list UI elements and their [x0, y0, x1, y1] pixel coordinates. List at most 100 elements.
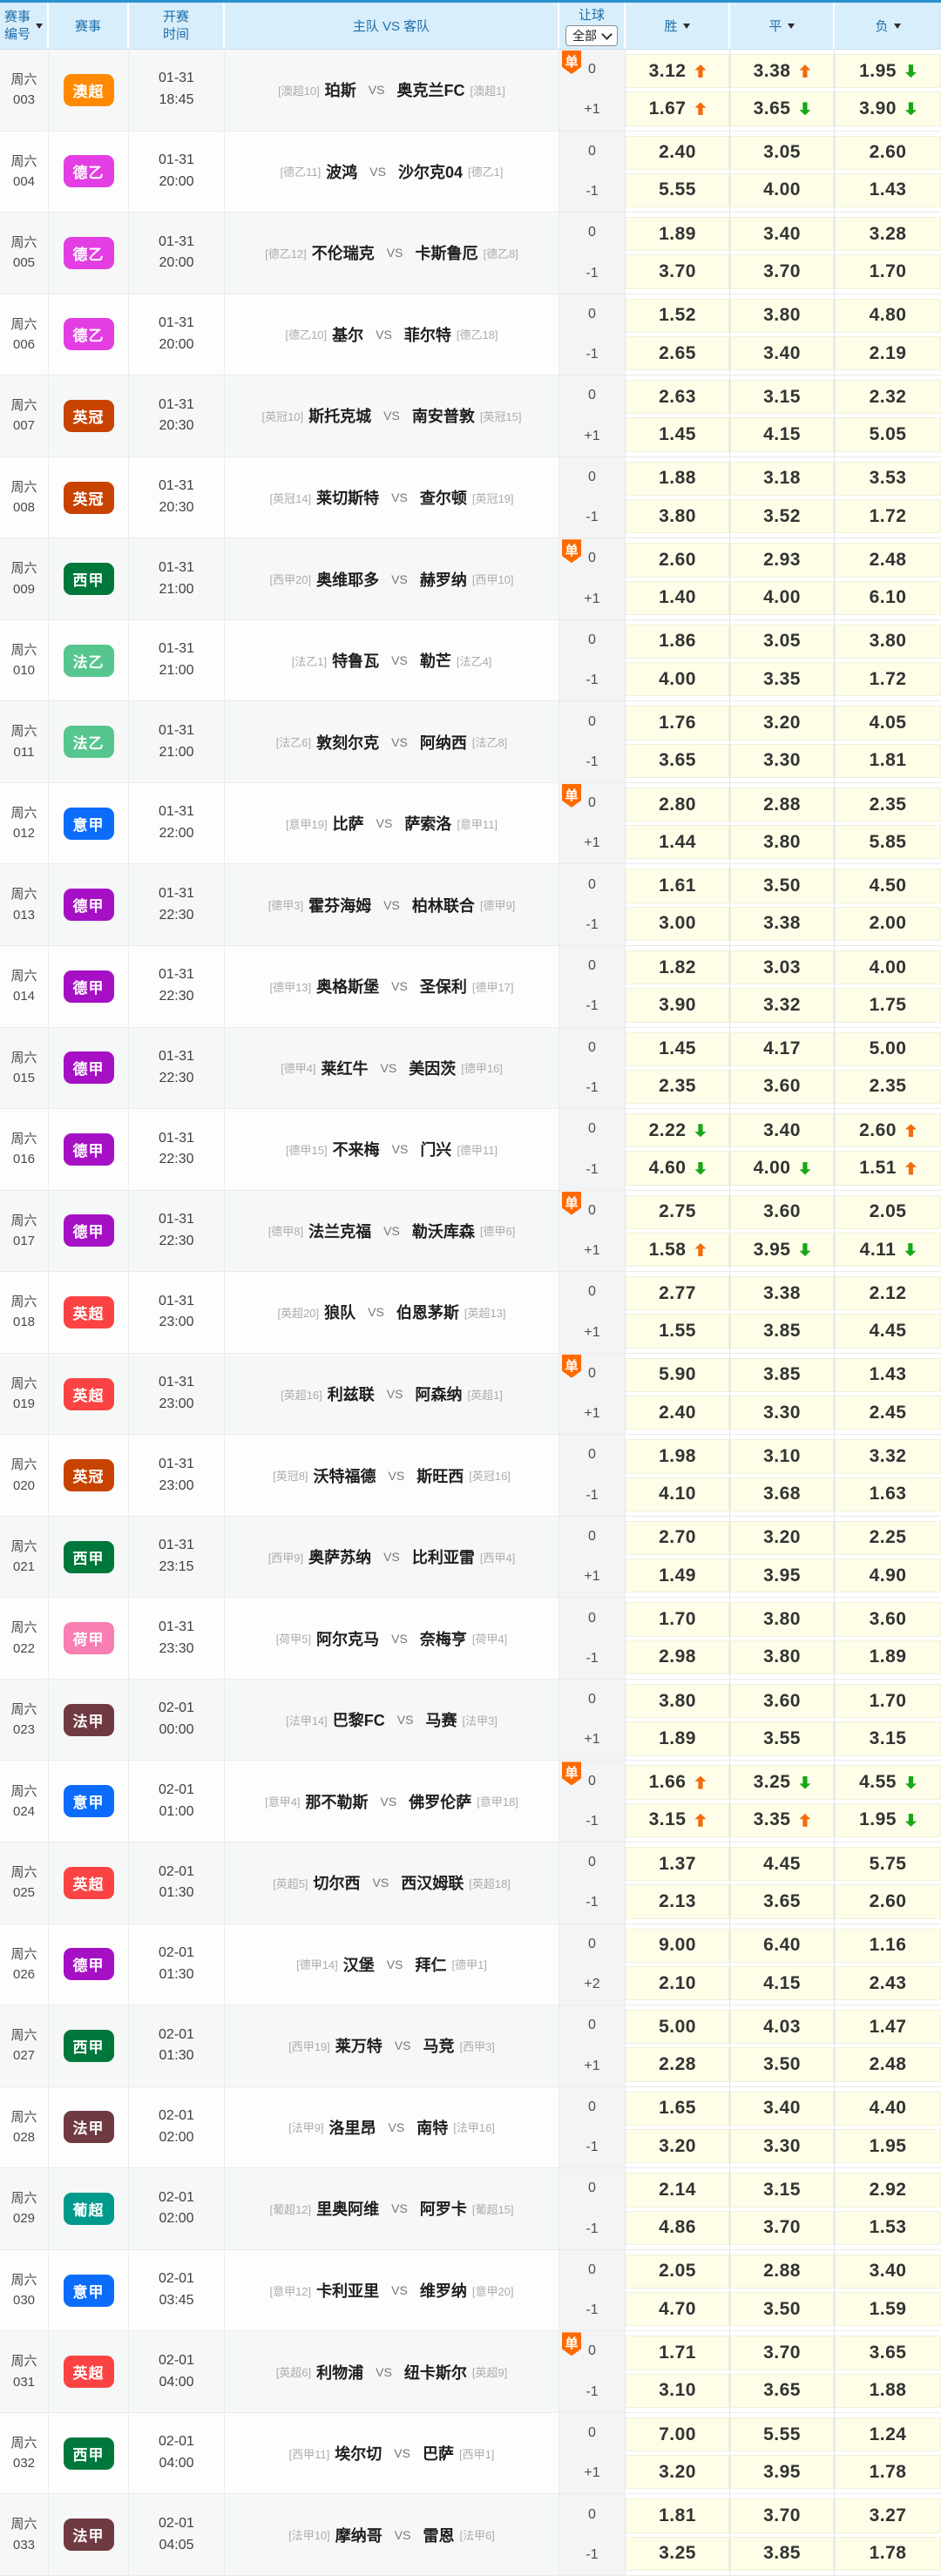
odds-cell-lose-line1[interactable]: 2.48	[835, 543, 941, 578]
odds-cell-draw-line2[interactable]: 3.52	[730, 499, 834, 534]
odds-cell-win-line2[interactable]: 1.40	[626, 580, 729, 615]
odds-cell-draw-line2[interactable]: 3.50	[730, 2292, 834, 2327]
odds-cell-win-line1[interactable]: 2.70	[626, 1520, 729, 1556]
odds-cell-lose-line2[interactable]: 1.95	[835, 2128, 941, 2164]
match-teams-link[interactable]: [葡超12] 里奥阿维 VS 阿罗卡 [葡超15]	[225, 2168, 559, 2249]
odds-cell-lose-line1[interactable]: 1.47	[835, 2010, 941, 2045]
odds-cell-win-line2[interactable]: 3.10	[626, 2373, 729, 2408]
odds-cell-win-line2[interactable]: 3.00	[626, 906, 729, 942]
odds-cell-lose-line2[interactable]: 1.72	[835, 662, 941, 697]
odds-cell-draw-line1[interactable]: 6.40	[730, 1928, 834, 1963]
odds-cell-draw-line1[interactable]: 3.03	[730, 950, 834, 985]
odds-cell-lose-line2[interactable]: 1.63	[835, 1477, 941, 1511]
odds-cell-lose-line2[interactable]: 4.11	[835, 1232, 941, 1268]
odds-cell-win-line2[interactable]: 4.70	[626, 2292, 729, 2327]
odds-cell-draw-line1[interactable]: 4.45	[730, 1847, 834, 1882]
odds-cell-win-line1[interactable]: 1.52	[626, 298, 729, 333]
odds-cell-draw-line1[interactable]: 3.80	[730, 298, 834, 333]
odds-cell-lose-line1[interactable]: 3.60	[835, 1602, 941, 1637]
odds-cell-draw-line2[interactable]: 3.32	[730, 988, 834, 1023]
odds-cell-win-line2[interactable]: 3.65	[626, 743, 729, 778]
odds-cell-lose-line1[interactable]: 1.95	[835, 54, 941, 89]
odds-cell-lose-line1[interactable]: 5.75	[835, 1847, 941, 1882]
odds-cell-lose-line1[interactable]: 3.27	[835, 2498, 941, 2533]
match-teams-link[interactable]: [英超5] 切尔西 VS 西汉姆联 [英超18]	[225, 1842, 559, 1924]
odds-cell-win-line1[interactable]: 5.90	[626, 1357, 729, 1393]
odds-cell-lose-line1[interactable]: 2.92	[835, 2173, 941, 2208]
odds-cell-win-line1[interactable]: 2.40	[626, 135, 729, 170]
odds-cell-win-line1[interactable]: 2.63	[626, 380, 729, 415]
odds-cell-lose-line1[interactable]: 3.32	[835, 1439, 941, 1474]
odds-cell-lose-line2[interactable]: 1.95	[835, 1802, 941, 1838]
match-teams-link[interactable]: [西甲9] 奥萨苏纳 VS 比利亚雷 [西甲4]	[225, 1516, 559, 1598]
odds-cell-lose-line1[interactable]: 3.65	[835, 2336, 941, 2370]
odds-cell-draw-line1[interactable]: 3.50	[730, 869, 834, 903]
odds-cell-draw-line2[interactable]: 3.30	[730, 1396, 834, 1430]
odds-cell-win-line2[interactable]: 3.80	[626, 499, 729, 534]
odds-cell-win-line1[interactable]: 1.65	[626, 2091, 729, 2126]
odds-cell-lose-line2[interactable]: 2.48	[835, 2047, 941, 2082]
odds-cell-win-line2[interactable]: 2.13	[626, 1884, 729, 1919]
match-teams-link[interactable]: [澳超10] 珀斯 VS 奥克兰FC [澳超1]	[225, 50, 559, 131]
odds-cell-draw-line2[interactable]: 3.70	[730, 254, 834, 289]
match-teams-link[interactable]: [法甲9] 洛里昂 VS 南特 [法甲16]	[225, 2086, 559, 2168]
odds-cell-win-line2[interactable]: 3.70	[626, 254, 729, 289]
odds-cell-draw-line1[interactable]: 3.15	[730, 2173, 834, 2208]
odds-cell-lose-line1[interactable]: 2.12	[835, 1276, 941, 1311]
odds-cell-draw-line1[interactable]: 3.05	[730, 135, 834, 170]
odds-cell-win-line1[interactable]: 1.82	[626, 950, 729, 985]
odds-cell-draw-line2[interactable]: 3.38	[730, 906, 834, 942]
match-teams-link[interactable]: [英超6] 利物浦 VS 纽卡斯尔 [英超9]	[225, 2331, 559, 2412]
match-teams-link[interactable]: [英超16] 利兹联 VS 阿森纳 [英超1]	[225, 1353, 559, 1435]
odds-cell-win-line2[interactable]: 3.15	[626, 1802, 729, 1838]
match-teams-link[interactable]: [法乙1] 特鲁瓦 VS 勒芒 [法乙4]	[225, 619, 559, 701]
match-teams-link[interactable]: [英冠10] 斯托克城 VS 南安普敦 [英冠15]	[225, 375, 559, 456]
odds-cell-win-line2[interactable]: 5.55	[626, 172, 729, 208]
odds-cell-draw-line1[interactable]: 3.38	[730, 1276, 834, 1311]
odds-cell-win-line2[interactable]: 2.98	[626, 1640, 729, 1674]
odds-cell-lose-line1[interactable]: 5.00	[835, 1031, 941, 1066]
odds-cell-draw-line2[interactable]: 3.35	[730, 662, 834, 697]
odds-cell-win-line2[interactable]: 2.35	[626, 1069, 729, 1105]
odds-cell-lose-line1[interactable]: 2.25	[835, 1520, 941, 1556]
odds-cell-lose-line1[interactable]: 2.05	[835, 1194, 941, 1229]
odds-cell-win-line2[interactable]: 1.55	[626, 1314, 729, 1349]
odds-cell-draw-line1[interactable]: 2.88	[730, 787, 834, 822]
match-teams-link[interactable]: [法乙6] 敦刻尔克 VS 阿纳西 [法乙8]	[225, 701, 559, 782]
odds-cell-draw-line1[interactable]: 3.60	[730, 1683, 834, 1719]
odds-cell-draw-line1[interactable]: 4.17	[730, 1031, 834, 1066]
odds-cell-lose-line2[interactable]: 1.70	[835, 254, 941, 289]
odds-cell-win-line1[interactable]: 9.00	[626, 1928, 729, 1963]
odds-cell-win-line2[interactable]: 3.90	[626, 988, 729, 1023]
odds-cell-win-line1[interactable]: 1.37	[626, 1847, 729, 1882]
odds-cell-draw-line2[interactable]: 3.65	[730, 2373, 834, 2408]
odds-cell-draw-line1[interactable]: 3.40	[730, 1113, 834, 1148]
odds-cell-lose-line1[interactable]: 4.80	[835, 298, 941, 333]
odds-cell-draw-line2[interactable]: 3.95	[730, 2455, 834, 2490]
odds-cell-draw-line1[interactable]: 3.15	[730, 380, 834, 415]
odds-cell-draw-line2[interactable]: 3.85	[730, 1314, 834, 1349]
odds-cell-draw-line2[interactable]: 4.00	[730, 1151, 834, 1186]
odds-cell-lose-line1[interactable]: 3.53	[835, 461, 941, 497]
odds-cell-draw-line2[interactable]: 3.85	[730, 2536, 834, 2571]
odds-cell-draw-line2[interactable]: 4.15	[730, 417, 834, 452]
odds-cell-lose-line1[interactable]: 2.60	[835, 135, 941, 170]
odds-cell-win-line1[interactable]: 1.70	[626, 1602, 729, 1637]
odds-cell-win-line2[interactable]: 2.10	[626, 1965, 729, 2001]
odds-cell-lose-line2[interactable]: 4.90	[835, 1558, 941, 1593]
odds-cell-draw-line1[interactable]: 3.20	[730, 1520, 834, 1556]
sort-win-odds[interactable]: 胜	[626, 3, 730, 49]
odds-cell-win-line1[interactable]: 2.05	[626, 2254, 729, 2289]
odds-cell-win-line2[interactable]: 1.58	[626, 1232, 729, 1268]
handicap-filter-select[interactable]: 全部	[565, 25, 618, 46]
match-teams-link[interactable]: [英冠14] 莱切斯特 VS 查尔顿 [英冠19]	[225, 456, 559, 538]
odds-cell-lose-line2[interactable]: 1.88	[835, 2373, 941, 2408]
odds-cell-draw-line1[interactable]: 3.85	[730, 1357, 834, 1393]
odds-cell-lose-line1[interactable]: 1.43	[835, 1357, 941, 1393]
odds-cell-lose-line1[interactable]: 1.16	[835, 1928, 941, 1963]
odds-cell-win-line1[interactable]: 2.14	[626, 2173, 729, 2208]
odds-cell-draw-line2[interactable]: 3.95	[730, 1232, 834, 1268]
odds-cell-lose-line2[interactable]: 3.15	[835, 1721, 941, 1756]
odds-cell-lose-line1[interactable]: 4.05	[835, 706, 941, 740]
odds-cell-win-line1[interactable]: 2.75	[626, 1194, 729, 1229]
